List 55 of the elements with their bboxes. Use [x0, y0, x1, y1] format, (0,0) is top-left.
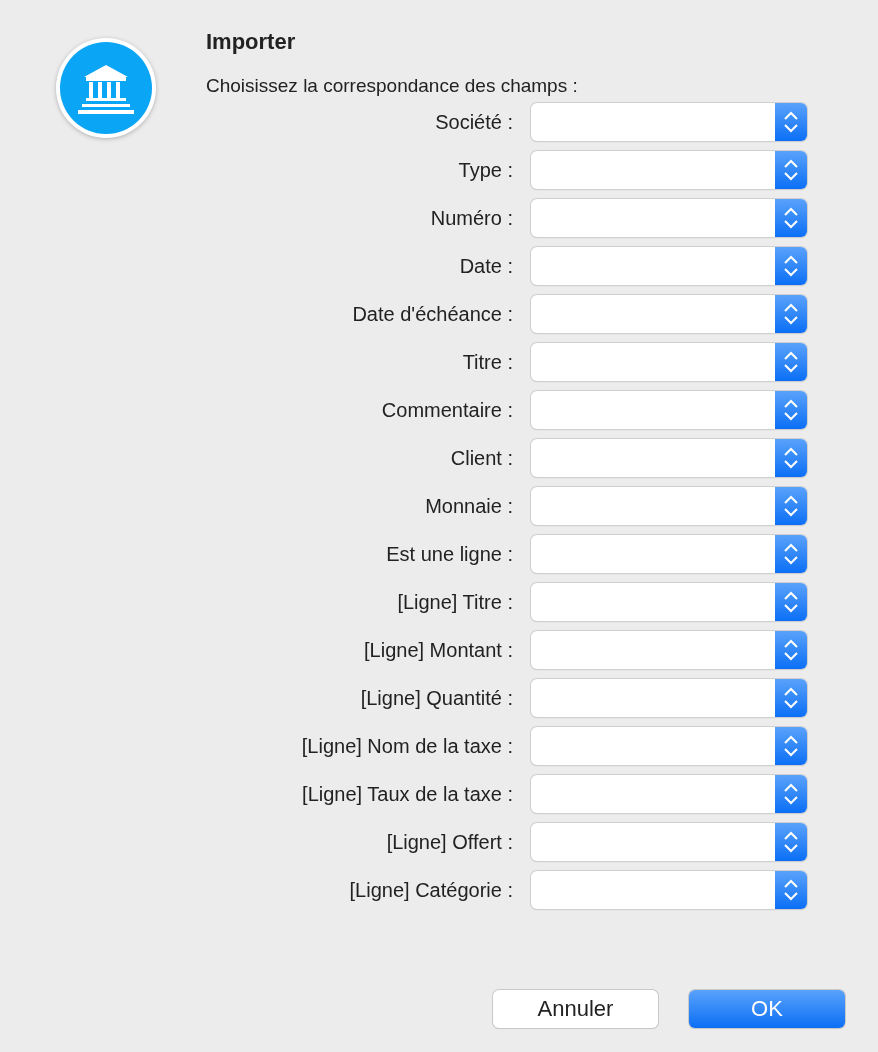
field-label: Titre :: [461, 350, 513, 374]
popup-select[interactable]: [531, 535, 807, 573]
field-label: [Ligne] Offert :: [385, 830, 513, 854]
up-down-chevron-icon: [783, 734, 799, 758]
up-down-chevron-icon: [783, 590, 799, 614]
popup-select[interactable]: [531, 391, 807, 429]
up-down-chevron-icon: [783, 254, 799, 278]
field-label: [Ligne] Nom de la taxe :: [300, 734, 513, 758]
field-label: [Ligne] Taux de la taxe :: [301, 782, 513, 806]
field-label: Monnaie :: [424, 494, 513, 518]
up-down-chevron-icon: [783, 830, 799, 854]
up-down-chevron-icon: [783, 638, 799, 662]
popup-select[interactable]: [531, 487, 807, 525]
up-down-chevron-icon: [783, 350, 799, 374]
field-label: [Ligne] Titre :: [396, 590, 513, 614]
up-down-chevron-icon: [783, 878, 799, 902]
popup-select[interactable]: [531, 823, 807, 861]
dialog-title: Importer: [206, 29, 297, 55]
field-label: Est une ligne :: [385, 542, 513, 566]
bank-icon: [54, 36, 158, 140]
popup-select[interactable]: [531, 295, 807, 333]
up-down-chevron-icon: [783, 494, 799, 518]
popup-select[interactable]: [531, 439, 807, 477]
popup-select[interactable]: [531, 199, 807, 237]
popup-select[interactable]: [531, 247, 807, 285]
field-label: [Ligne] Catégorie :: [348, 878, 513, 902]
field-label: Commentaire :: [380, 398, 513, 422]
popup-select[interactable]: [531, 775, 807, 813]
popup-select[interactable]: [531, 103, 807, 141]
field-label: Numéro :: [429, 206, 513, 230]
cancel-button[interactable]: Annuler: [493, 990, 658, 1028]
field-label: Date :: [458, 254, 513, 278]
up-down-chevron-icon: [783, 398, 799, 422]
up-down-chevron-icon: [783, 686, 799, 710]
field-label: Société :: [434, 110, 513, 134]
up-down-chevron-icon: [783, 302, 799, 326]
field-label: Type :: [457, 158, 513, 182]
up-down-chevron-icon: [783, 206, 799, 230]
popup-select[interactable]: [531, 583, 807, 621]
popup-select[interactable]: [531, 871, 807, 909]
up-down-chevron-icon: [783, 110, 799, 134]
field-label: [Ligne] Montant :: [363, 638, 513, 662]
dialog-message: Choisissez la correspondance des champs :: [206, 75, 578, 97]
up-down-chevron-icon: [783, 542, 799, 566]
field-label: Client :: [449, 446, 513, 470]
popup-select[interactable]: [531, 727, 807, 765]
popup-select[interactable]: [531, 679, 807, 717]
up-down-chevron-icon: [783, 158, 799, 182]
up-down-chevron-icon: [783, 446, 799, 470]
popup-select[interactable]: [531, 343, 807, 381]
popup-select[interactable]: [531, 631, 807, 669]
up-down-chevron-icon: [783, 782, 799, 806]
field-label: [Ligne] Quantité :: [359, 686, 513, 710]
popup-select[interactable]: [531, 151, 807, 189]
field-label: Date d'échéance :: [351, 302, 513, 326]
